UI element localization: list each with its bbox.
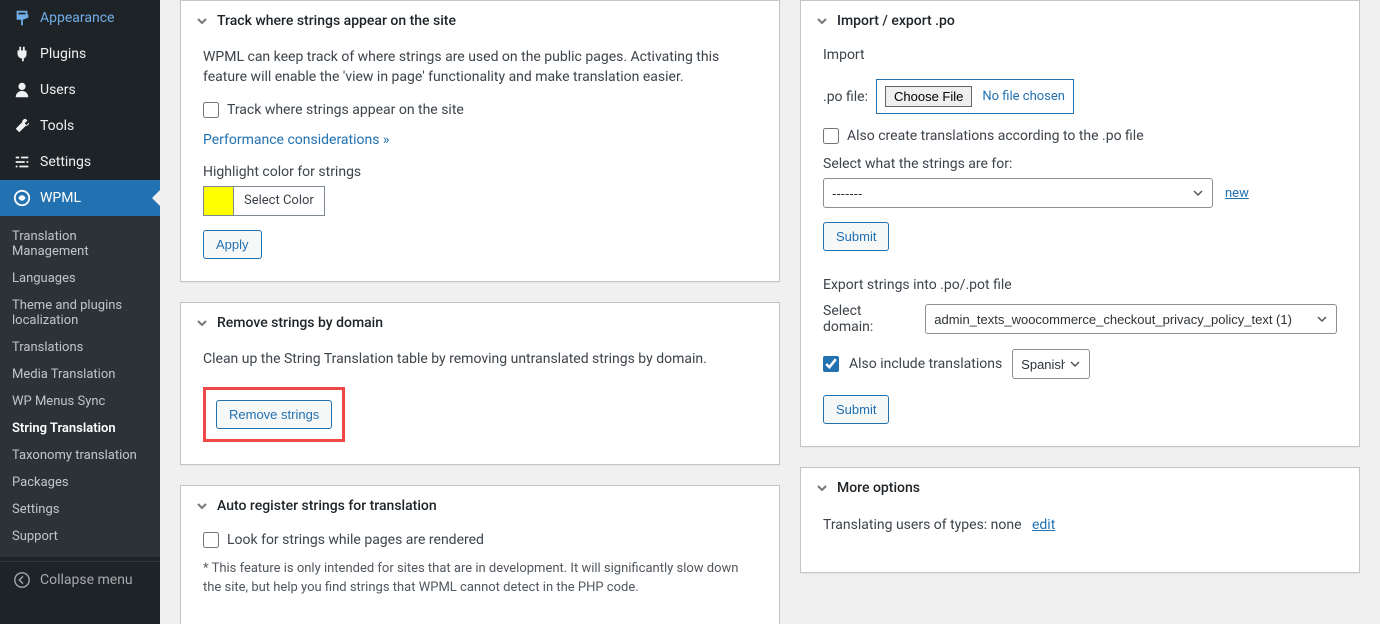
file-input-wrap: Choose File No file chosen — [876, 79, 1074, 114]
collapse-label: Collapse menu — [40, 572, 133, 588]
postbox-header[interactable]: More options — [801, 468, 1359, 508]
highlight-label: Highlight color for strings — [203, 164, 757, 180]
plug-icon — [12, 44, 32, 64]
auto-checkbox[interactable] — [203, 532, 219, 548]
collapse-menu[interactable]: Collapse menu — [0, 561, 160, 598]
sidebar-sub-taxonomy-translation[interactable]: Taxonomy translation — [0, 442, 160, 469]
postbox-header[interactable]: Track where strings appear on the site — [181, 1, 779, 41]
sidebar-item-label: Users — [40, 82, 76, 98]
chevron-down-icon — [195, 14, 209, 28]
select-domain-label: Select domain: — [823, 303, 913, 335]
postbox-title: Track where strings appear on the site — [217, 13, 456, 29]
sidebar-sub-theme-plugins-localization[interactable]: Theme and plugins localization — [0, 292, 160, 334]
postbox-header[interactable]: Auto register strings for translation — [181, 486, 779, 526]
sidebar-submenu: Translation Management Languages Theme a… — [0, 216, 160, 557]
sidebar-sub-translations[interactable]: Translations — [0, 334, 160, 361]
postbox-title: Import / export .po — [837, 13, 955, 29]
sidebar-item-label: Appearance — [40, 10, 114, 26]
chevron-down-icon — [815, 14, 829, 28]
export-submit-button[interactable]: Submit — [823, 395, 889, 424]
sidebar-item-label: WPML — [40, 190, 81, 206]
postbox-header[interactable]: Remove strings by domain — [181, 303, 779, 343]
main-content: Track where strings appear on the site W… — [160, 0, 1380, 624]
auto-checkbox-label[interactable]: Look for strings while pages are rendere… — [203, 532, 757, 548]
color-picker[interactable]: Select Color — [203, 186, 325, 216]
export-label: Export strings into .po/.pot file — [823, 277, 1337, 293]
postbox-title: More options — [837, 480, 920, 496]
sidebar-sub-packages[interactable]: Packages — [0, 469, 160, 496]
chevron-down-icon — [195, 499, 209, 513]
performance-link[interactable]: Performance considerations » — [203, 132, 390, 148]
sidebar-sub-string-translation[interactable]: String Translation — [0, 415, 160, 442]
po-file-label: .po file: — [823, 89, 868, 105]
track-checkbox-label[interactable]: Track where strings appear on the site — [203, 102, 757, 118]
new-link[interactable]: new — [1225, 186, 1249, 201]
track-description: WPML can keep track of where strings are… — [203, 47, 757, 88]
remove-highlight-box: Remove strings — [203, 387, 345, 442]
paint-icon — [12, 8, 32, 28]
chevron-down-icon — [815, 481, 829, 495]
sidebar-item-settings[interactable]: Settings — [0, 144, 160, 180]
sidebar-sub-languages[interactable]: Languages — [0, 265, 160, 292]
select-what-label: Select what the strings are for: — [823, 156, 1337, 172]
more-options-box: More options Translating users of types:… — [800, 467, 1360, 573]
track-checkbox[interactable] — [203, 102, 219, 118]
import-label: Import — [823, 47, 1337, 63]
remove-strings-button[interactable]: Remove strings — [216, 400, 332, 429]
collapse-icon — [12, 570, 32, 590]
sidebar-item-appearance[interactable]: Appearance — [0, 0, 160, 36]
also-include-checkbox[interactable] — [823, 356, 839, 372]
remove-description: Clean up the String Translation table by… — [203, 349, 757, 369]
choose-file-button[interactable]: Choose File — [885, 86, 972, 107]
import-export-box: Import / export .po Import .po file: Cho… — [800, 0, 1360, 447]
sidebar-sub-translation-management[interactable]: Translation Management — [0, 223, 160, 265]
language-select[interactable]: Spanish — [1012, 349, 1090, 379]
sidebar-item-label: Tools — [40, 118, 74, 134]
admin-sidebar: Appearance Plugins Users Tools Settings … — [0, 0, 160, 624]
also-include-text: Also include translations — [849, 356, 1002, 372]
sidebar-item-users[interactable]: Users — [0, 72, 160, 108]
track-strings-box: Track where strings appear on the site W… — [180, 0, 780, 282]
domain-select[interactable]: admin_texts_woocommerce_checkout_privacy… — [925, 304, 1337, 334]
also-create-label[interactable]: Also create translations according to th… — [823, 128, 1337, 144]
import-submit-button[interactable]: Submit — [823, 222, 889, 251]
strings-for-select[interactable]: ------- — [823, 178, 1213, 208]
checkbox-text: Also create translations according to th… — [847, 128, 1144, 144]
remove-strings-box: Remove strings by domain Clean up the St… — [180, 302, 780, 465]
sliders-icon — [12, 152, 32, 172]
sidebar-item-tools[interactable]: Tools — [0, 108, 160, 144]
sidebar-item-plugins[interactable]: Plugins — [0, 36, 160, 72]
checkbox-text: Look for strings while pages are rendere… — [227, 532, 484, 548]
users-icon — [12, 80, 32, 100]
no-file-text: No file chosen — [982, 89, 1065, 104]
auto-register-box: Auto register strings for translation Lo… — [180, 485, 780, 624]
sidebar-item-label: Plugins — [40, 46, 86, 62]
wrench-icon — [12, 116, 32, 136]
sidebar-sub-media-translation[interactable]: Media Translation — [0, 361, 160, 388]
sidebar-sub-support[interactable]: Support — [0, 523, 160, 550]
sidebar-sub-settings[interactable]: Settings — [0, 496, 160, 523]
also-create-checkbox[interactable] — [823, 128, 839, 144]
edit-link[interactable]: edit — [1032, 517, 1055, 533]
color-swatch — [204, 187, 234, 215]
postbox-title: Auto register strings for translation — [217, 498, 437, 514]
sidebar-item-label: Settings — [40, 154, 91, 170]
apply-button[interactable]: Apply — [203, 230, 262, 259]
select-color-label: Select Color — [234, 189, 324, 212]
checkbox-text: Track where strings appear on the site — [227, 102, 464, 118]
trans-users-text: Translating users of types: none — [823, 517, 1022, 533]
wpml-icon — [12, 188, 32, 208]
sidebar-sub-wp-menus-sync[interactable]: WP Menus Sync — [0, 388, 160, 415]
postbox-title: Remove strings by domain — [217, 315, 383, 331]
auto-note: * This feature is only intended for site… — [203, 560, 757, 598]
chevron-down-icon — [195, 316, 209, 330]
sidebar-item-wpml[interactable]: WPML — [0, 180, 160, 216]
postbox-header[interactable]: Import / export .po — [801, 1, 1359, 41]
